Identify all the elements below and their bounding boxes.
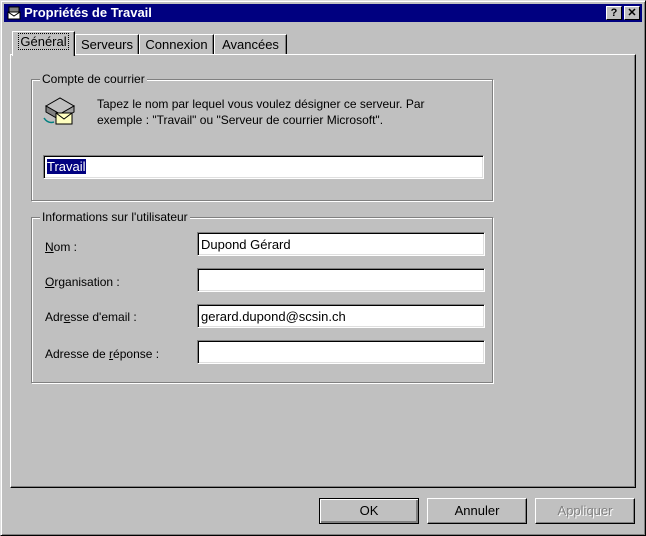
reply-address-field[interactable] (197, 340, 485, 364)
tab-connexion-label: Connexion (145, 37, 208, 52)
account-name-field[interactable]: Travail (43, 155, 484, 179)
email-label: Adresse d'email : (45, 310, 137, 324)
mail-app-icon (7, 6, 21, 20)
tab-serveurs[interactable]: Serveurs (75, 34, 139, 54)
name-label: Nom : (45, 240, 78, 254)
tab-general[interactable]: Général (12, 31, 75, 56)
account-description-line1: Tapez le nom par lequel vous voulez dési… (97, 97, 425, 111)
tab-avancees-label: Avancées (222, 37, 279, 52)
email-field[interactable] (197, 304, 485, 328)
help-button[interactable]: ? (606, 6, 622, 20)
reply-address-label: Adresse de réponse : (45, 347, 160, 361)
tab-serveurs-label: Serveurs (80, 37, 134, 52)
tab-panel-general: Compte de courrier Tapez le nom par lequ… (10, 54, 636, 488)
account-group-legend: Compte de courrier (40, 72, 147, 86)
tab-general-label: Général (18, 33, 69, 50)
organisation-field[interactable] (197, 268, 485, 292)
window-title: Propriétés de Travail (24, 5, 152, 20)
properties-window: Propriétés de Travail ? ✕ Général Serveu… (0, 0, 646, 536)
apply-button[interactable]: Appliquer (535, 498, 635, 524)
organisation-label: Organisation : (45, 275, 120, 289)
user-info-group: Informations sur l'utilisateur Nom : Org… (31, 210, 493, 383)
ok-button[interactable]: OK (319, 498, 419, 524)
mail-server-icon (43, 97, 76, 125)
account-group: Compte de courrier Tapez le nom par lequ… (31, 72, 493, 201)
title-bar[interactable]: Propriétés de Travail ? ✕ (4, 4, 642, 22)
tab-avancees[interactable]: Avancées (214, 34, 287, 54)
cancel-button[interactable]: Annuler (427, 498, 527, 524)
account-name-value: Travail (47, 159, 86, 174)
tab-connexion[interactable]: Connexion (139, 34, 214, 54)
close-button[interactable]: ✕ (624, 6, 640, 20)
account-description-line2: exemple : "Travail" ou "Serveur de courr… (97, 113, 384, 127)
name-field[interactable] (197, 232, 485, 256)
user-info-group-legend: Informations sur l'utilisateur (40, 210, 190, 224)
